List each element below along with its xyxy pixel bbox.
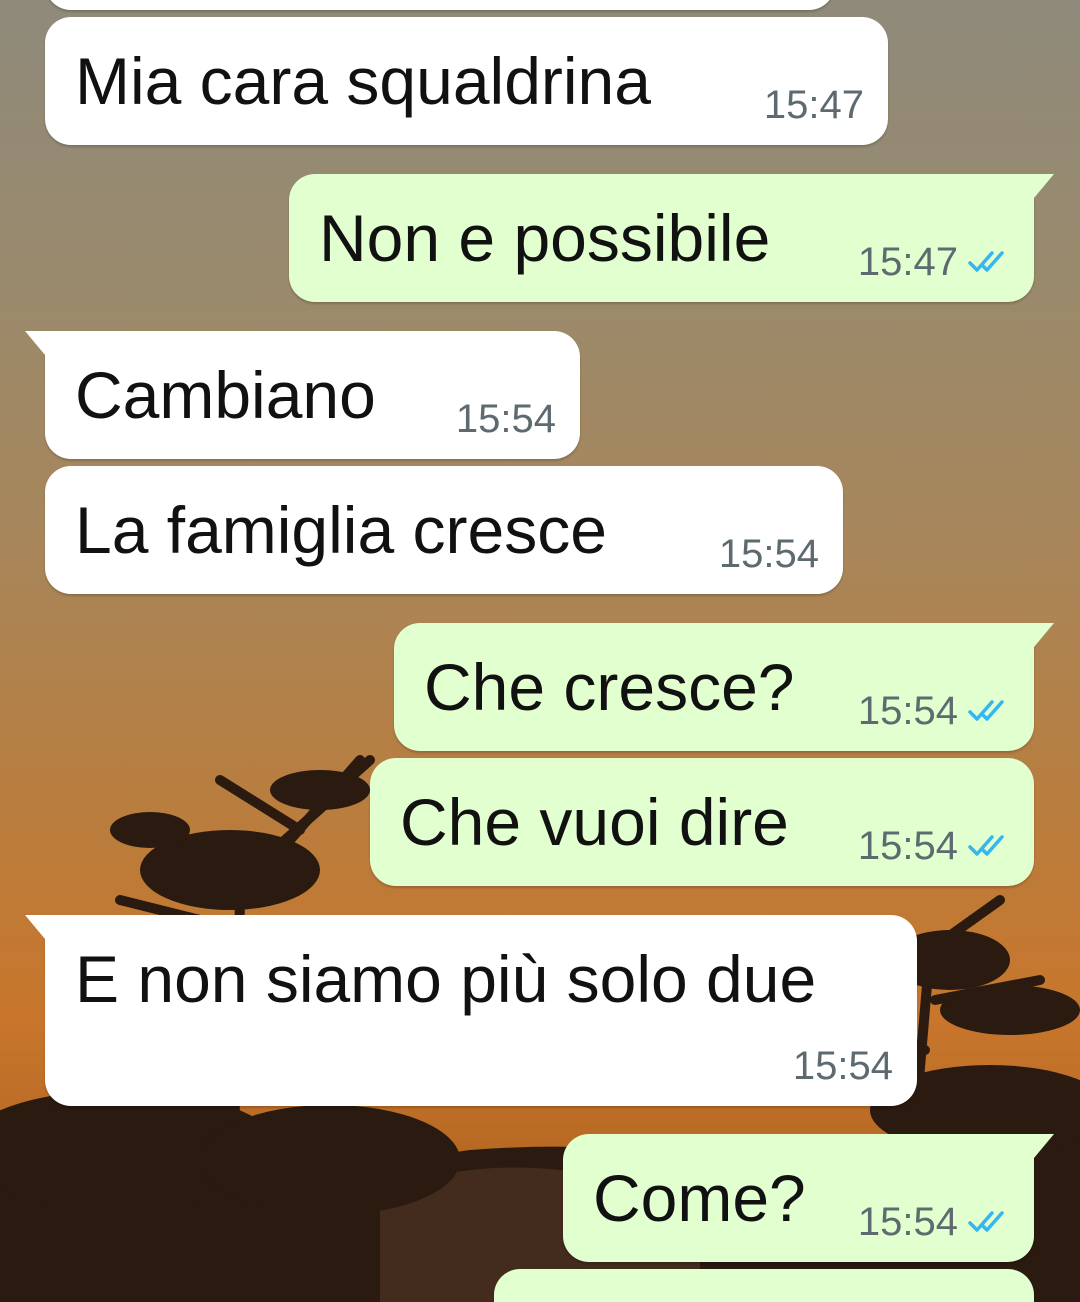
message-time: 15:47: [857, 240, 958, 284]
message-meta: 15:54: [858, 824, 1010, 868]
message-meta: 15:54: [456, 397, 556, 441]
message-bubble-incoming-partial[interactable]: [45, 0, 835, 10]
message-bubble-outgoing[interactable]: Che cresce? 15:54: [394, 623, 1054, 751]
message-text: Che vuoi dire: [400, 785, 789, 859]
message-bubble-outgoing[interactable]: Non e possibile 15:47: [289, 174, 1054, 302]
double-check-icon: [968, 251, 1004, 272]
message-bubble-incoming[interactable]: E non siamo più solo due 15:54: [25, 915, 917, 1106]
message-time: 15:47: [763, 83, 864, 127]
message-bubble-incoming[interactable]: La famiglia cresce 15:54: [45, 466, 843, 594]
message-text: La famiglia cresce: [75, 493, 607, 567]
message-text: Mia cara squaldrina: [75, 44, 651, 118]
message-text: E non siamo più solo due: [75, 942, 817, 1016]
message-text: Come?: [593, 1161, 806, 1235]
message-time: 15:54: [718, 532, 819, 576]
message-meta: 15:47: [858, 240, 1010, 284]
message-text: Cambiano: [75, 358, 376, 432]
double-check-icon: [968, 700, 1004, 721]
message-meta: 15:54: [858, 689, 1010, 733]
message-meta: 15:47: [764, 83, 864, 127]
message-text: Che cresce?: [424, 650, 795, 724]
message-time: 15:54: [792, 1044, 893, 1088]
double-check-icon: [968, 1211, 1004, 1232]
message-time: 15:54: [857, 689, 958, 733]
message-meta: 15:54: [793, 1044, 893, 1088]
message-bubble-incoming[interactable]: Cambiano 15:54: [25, 331, 580, 459]
message-text: Non e possibile: [319, 201, 771, 275]
message-meta: 15:54: [858, 1200, 1010, 1244]
message-time: 15:54: [857, 824, 958, 868]
message-time: 15:54: [857, 1200, 958, 1244]
message-bubble-incoming[interactable]: Mia cara squaldrina 15:47: [45, 17, 888, 145]
message-time: 15:54: [455, 397, 556, 441]
message-meta: 15:54: [719, 532, 819, 576]
message-bubble-outgoing-partial[interactable]: [494, 1269, 1034, 1302]
message-bubble-outgoing[interactable]: Che vuoi dire 15:54: [370, 758, 1034, 886]
message-bubble-outgoing[interactable]: Come? 15:54: [563, 1134, 1054, 1262]
double-check-icon: [968, 835, 1004, 856]
